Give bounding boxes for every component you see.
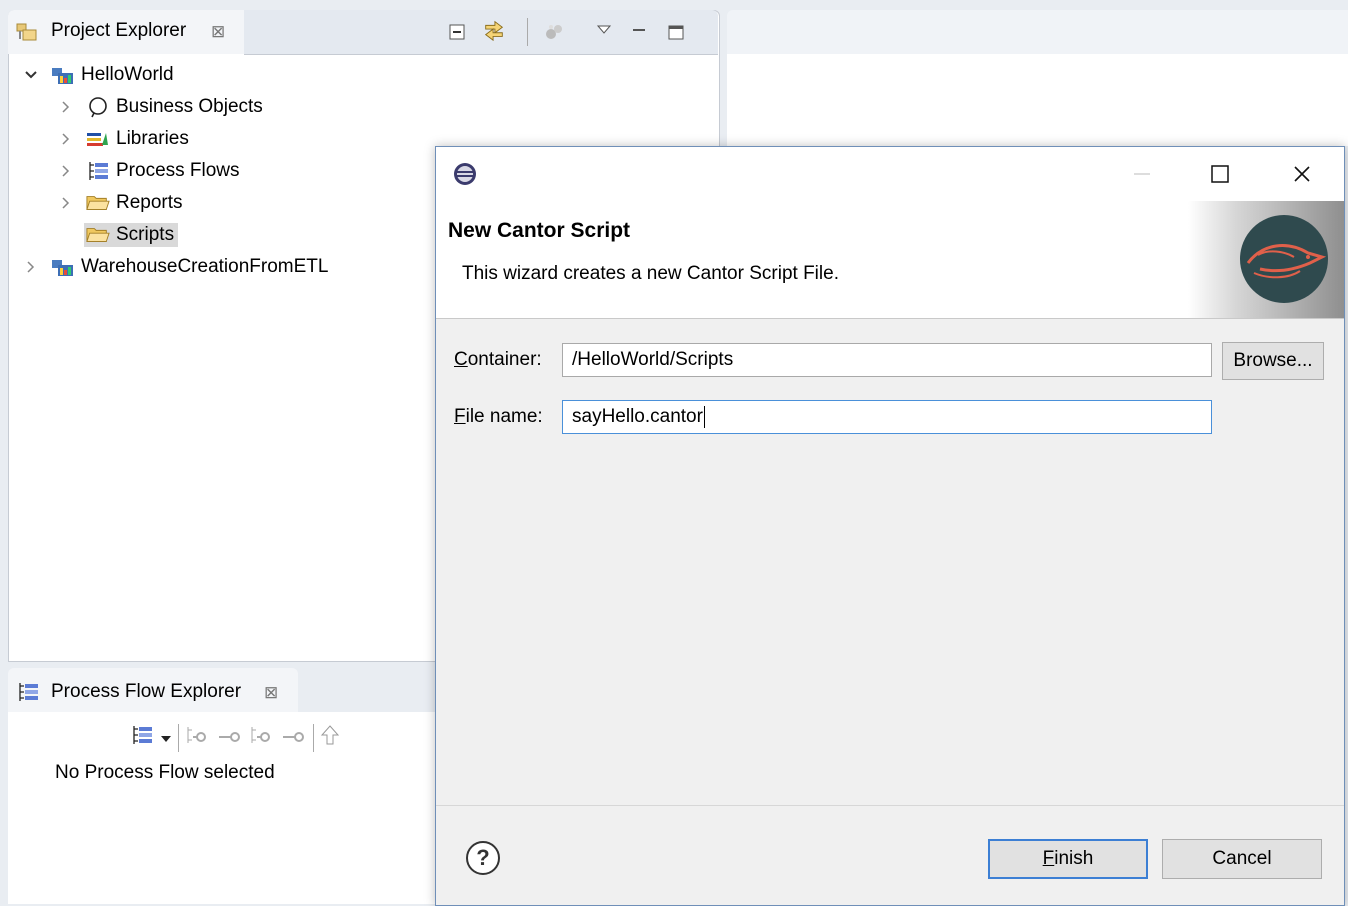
filter-icon[interactable] [542, 20, 566, 44]
cancel-button[interactable]: Cancel [1162, 839, 1322, 879]
chevron-right-icon[interactable] [58, 131, 74, 147]
project-icon [51, 64, 75, 86]
toolbar-separator [527, 18, 528, 46]
container-field-value: /HelloWorld/Scripts [572, 349, 734, 370]
file-name-field[interactable]: sayHello.cantor [562, 400, 1212, 434]
collapse-all-icon[interactable] [446, 20, 470, 44]
wizard-banner [1188, 201, 1344, 318]
chevron-right-icon[interactable] [58, 163, 74, 179]
tree-item-process-flows[interactable]: Process Flows [58, 156, 240, 186]
close-window-icon[interactable] [1282, 157, 1322, 191]
dialog-description: This wizard creates a new Cantor Script … [462, 263, 839, 284]
project-explorer-toolbar [244, 10, 718, 55]
link-with-editor-icon[interactable] [482, 18, 506, 42]
dialog-titlebar [436, 147, 1344, 201]
editor-area [727, 54, 1348, 146]
tree-item-label: HelloWorld [81, 64, 174, 85]
tree-item-label: Reports [116, 192, 183, 213]
container-label: Container: [454, 349, 542, 370]
eclipse-icon [452, 161, 478, 193]
tree-item-helloworld[interactable]: HelloWorld [23, 60, 174, 90]
help-glyph: ? [476, 845, 490, 870]
link-icon[interactable] [217, 725, 243, 751]
project-explorer-icon [16, 22, 38, 42]
tree-item-libraries[interactable]: Libraries [58, 124, 189, 154]
business-objects-icon [86, 96, 110, 118]
dialog-title: New Cantor Script [448, 219, 631, 242]
process-flows-icon[interactable] [130, 724, 154, 752]
folder-icon [86, 224, 110, 246]
cantor-logo-icon [1238, 213, 1330, 311]
selected-highlight: Scripts [84, 223, 179, 247]
browse-button[interactable]: Browse... [1222, 342, 1324, 380]
tree-item-label: Process Flows [116, 160, 240, 181]
toolbar-separator [313, 724, 314, 752]
tree-item-label: Scripts [116, 224, 175, 245]
chevron-right-icon[interactable] [58, 195, 74, 211]
status-text: No Process Flow selected [55, 762, 275, 783]
libraries-icon [86, 128, 110, 150]
toolbar-separator [178, 724, 179, 752]
container-field[interactable]: /HelloWorld/Scripts [562, 343, 1212, 377]
add-step-icon[interactable] [185, 725, 211, 751]
process-flow-explorer-tab[interactable]: Process Flow Explorer ⊠ [8, 668, 298, 712]
tree-item-label: Business Objects [116, 96, 263, 117]
maximize-window-icon[interactable] [1200, 157, 1240, 191]
new-cantor-script-dialog: New Cantor Script This wizard creates a … [435, 146, 1345, 906]
link-icon[interactable] [281, 725, 307, 751]
file-name-field-value: sayHello.cantor [572, 406, 703, 427]
process-flow-explorer-body: No Process Flow selected [8, 712, 436, 904]
tree-item-warehouse[interactable]: WarehouseCreationFromETL [23, 252, 328, 282]
maximize-icon[interactable] [664, 20, 688, 44]
add-step-icon[interactable] [249, 725, 275, 751]
up-arrow-icon[interactable] [320, 724, 340, 752]
finish-button[interactable]: Finish [988, 839, 1148, 879]
tree-item-reports[interactable]: Reports [58, 188, 183, 218]
view-menu-icon[interactable] [592, 18, 616, 42]
close-icon[interactable]: ⊠ [264, 683, 278, 703]
tree-item-scripts[interactable]: Scripts [84, 220, 179, 250]
dropdown-arrow-icon[interactable] [160, 727, 172, 749]
project-icon [51, 256, 75, 278]
tree-item-label: WarehouseCreationFromETL [81, 256, 329, 277]
chevron-right-icon[interactable] [23, 259, 39, 275]
file-name-label: File name: [454, 406, 543, 427]
footer-separator [436, 805, 1344, 806]
folder-icon [86, 192, 110, 214]
tree-item-label: Libraries [116, 128, 189, 149]
editor-tabbar [727, 10, 1348, 55]
minimize-window-icon[interactable] [1122, 157, 1162, 191]
process-flow-explorer-tab-title: Process Flow Explorer [51, 681, 242, 702]
process-flows-icon [16, 681, 40, 709]
process-flow-toolbar [130, 724, 340, 752]
project-explorer-tab[interactable]: Project Explorer ⊠ [8, 10, 245, 54]
text-caret [703, 406, 705, 428]
help-icon[interactable]: ? [464, 839, 502, 883]
tree-item-business-objects[interactable]: Business Objects [58, 92, 263, 122]
close-icon[interactable]: ⊠ [211, 22, 225, 42]
project-explorer-tab-title: Project Explorer [51, 20, 187, 41]
chevron-right-icon[interactable] [58, 99, 74, 115]
minimize-icon[interactable] [627, 18, 651, 42]
process-flows-icon [86, 160, 110, 182]
chevron-down-icon[interactable] [23, 67, 39, 83]
